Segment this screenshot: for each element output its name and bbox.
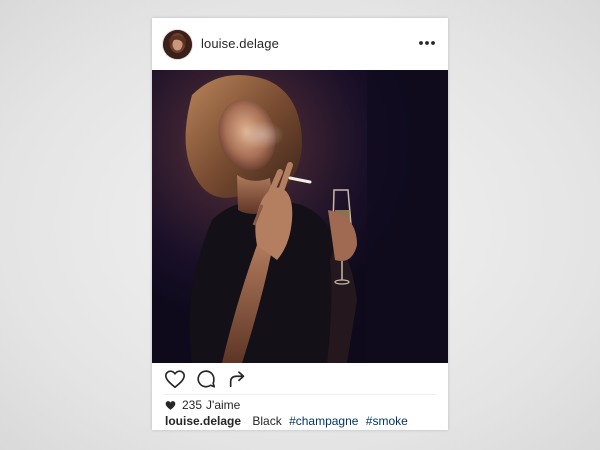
post-actions [152, 363, 448, 393]
heart-filled-icon [165, 400, 176, 410]
avatar[interactable] [163, 30, 192, 59]
post-photo[interactable] [152, 70, 448, 363]
instagram-post-card: louise.delage 235 J'aime louise.delage B… [152, 18, 448, 430]
caption-text: Black [252, 414, 282, 428]
likes-label: J'aime [206, 398, 241, 412]
hashtag-champagne[interactable]: #champagne [289, 414, 358, 428]
heart-icon[interactable] [164, 368, 186, 390]
likes-number: 235 [182, 398, 203, 412]
share-icon[interactable] [227, 368, 249, 390]
caption-username[interactable]: louise.delage [165, 414, 241, 428]
hashtag-smoke[interactable]: #smoke [366, 414, 408, 428]
post-header: louise.delage [152, 18, 448, 70]
likes-count[interactable]: 235 J'aime [165, 397, 244, 413]
post-username[interactable]: louise.delage [201, 36, 279, 51]
more-options-icon[interactable] [418, 34, 436, 52]
post-caption: louise.delage Black #champagne #smoke [165, 414, 412, 428]
comment-icon[interactable] [195, 368, 217, 390]
divider [164, 394, 436, 395]
